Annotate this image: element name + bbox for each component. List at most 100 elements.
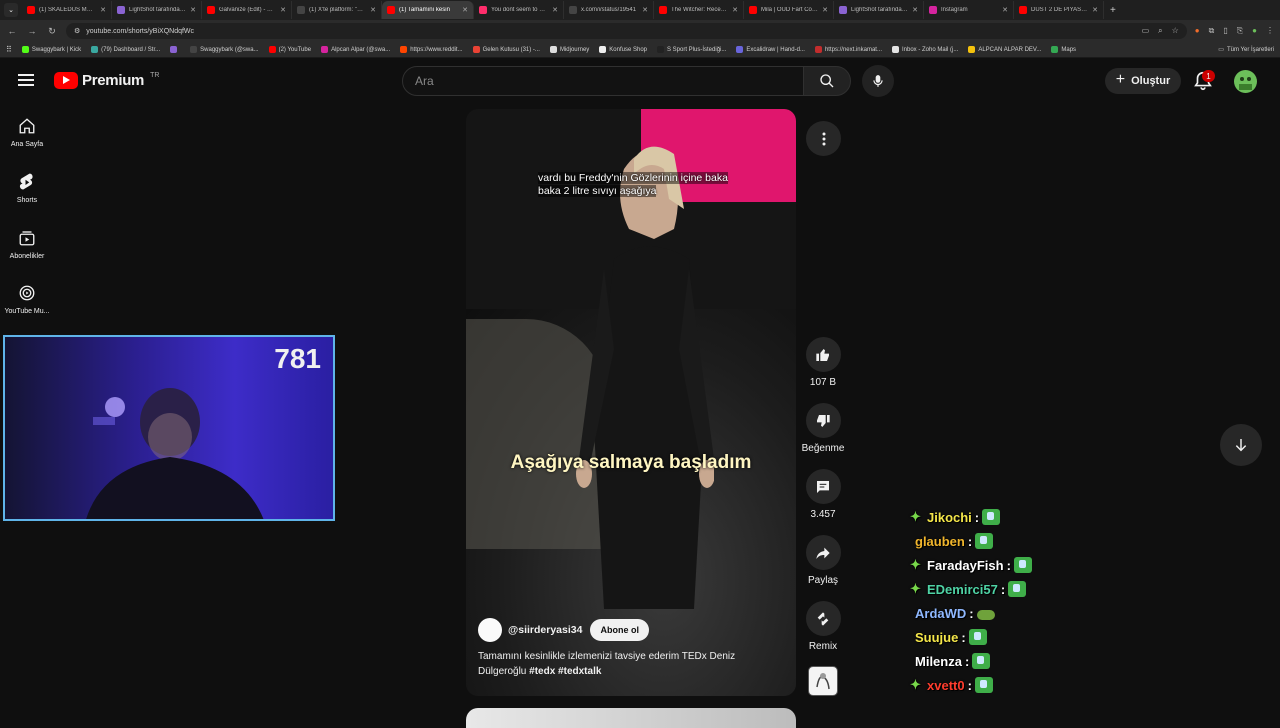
browser-tab[interactable]: (1) Tamamını kesin ✕ [382, 1, 474, 19]
apps-icon[interactable]: ⠿ [6, 45, 12, 54]
site-info-icon[interactable]: ⚙ [74, 27, 80, 35]
youtube-premium-logo[interactable]: Premium TR [54, 72, 159, 89]
youtube-music-icon [19, 285, 35, 301]
search-input[interactable]: Ara [402, 66, 804, 96]
shorts-video-player[interactable]: vardı bu Freddy'nin Gözlerinin içine bak… [466, 109, 796, 696]
more-options-button[interactable] [806, 121, 841, 156]
tab-close-icon[interactable]: ✕ [1092, 6, 1098, 14]
bookmark-item[interactable]: Excalidraw | Hand-d... [736, 46, 805, 53]
bookmark-favicon [814, 46, 822, 53]
browser-tab[interactable]: Mila | OUD Fart Compi ✕ [744, 1, 834, 19]
notification-count-badge: 1 [1202, 70, 1215, 82]
install-icon[interactable]: ▭ [1142, 26, 1150, 36]
dislike-button[interactable] [805, 403, 841, 438]
chat-username: Suujue [915, 629, 959, 645]
browser-tab[interactable]: You dont seem to unde ✕ [474, 1, 564, 19]
tab-close-icon[interactable]: ✕ [100, 6, 106, 14]
channel-name[interactable]: @siirderyasi34 [508, 624, 582, 636]
bookmark-item[interactable]: ALPCAN ALPAR DEV... [968, 46, 1041, 53]
browser-tab[interactable]: LightShot tarafından k ✕ [834, 1, 924, 19]
zoom-icon[interactable]: ⌕ [1158, 26, 1162, 36]
sidebar-item-home[interactable]: Ana Sayfa [0, 117, 54, 148]
new-tab-button[interactable]: + [1110, 5, 1116, 16]
bookmark-item[interactable]: Inbox - Zoho Mail (j... [891, 46, 958, 53]
sidebar-item-youtube-music[interactable]: YouTube Mu... [0, 284, 54, 315]
subscribe-button[interactable]: Abone ol [590, 619, 649, 641]
like-button[interactable] [805, 337, 841, 372]
tab-close-icon[interactable]: ✕ [642, 6, 648, 14]
extension-icon[interactable]: ● [1195, 26, 1200, 36]
share-button[interactable] [805, 535, 841, 570]
account-avatar[interactable] [1234, 70, 1257, 93]
cast-icon[interactable]: ⎘ [1237, 26, 1243, 36]
comments-button[interactable] [805, 469, 841, 504]
profile-icon[interactable]: ● [1252, 26, 1257, 36]
browser-tab[interactable]: Instagram ✕ [924, 1, 1014, 19]
back-icon[interactable]: ← [6, 26, 18, 36]
hashtags[interactable]: #tedx #tedxtalk [529, 666, 601, 677]
chat-message: Milenza: [910, 649, 1110, 673]
tab-close-icon[interactable]: ✕ [462, 6, 468, 14]
bookmark-item[interactable]: Alpcan Alpar (@swa... [321, 46, 390, 53]
tab-favicon [387, 6, 395, 14]
browser-tab[interactable]: Galvanize (Edit) - YouT ✕ [202, 1, 292, 19]
like-count: 107 B [809, 377, 837, 388]
remix-button[interactable] [805, 601, 841, 636]
bookmark-item[interactable]: Swaggybark (@swa... [190, 46, 259, 53]
chat-username: xvett0 [927, 677, 965, 693]
bookmark-item[interactable]: (79) Dashboard / Str... [91, 46, 160, 53]
browser-tab[interactable]: x.com/i/status/19541 ✕ [564, 1, 654, 19]
bookmark-item[interactable]: Swaggybark | Kick [21, 46, 81, 53]
bookmark-item[interactable]: (2) YouTube [268, 46, 311, 53]
sidebar-item-shorts[interactable]: Shorts [0, 173, 54, 204]
voice-search-button[interactable] [862, 65, 894, 97]
tab-close-icon[interactable]: ✕ [190, 6, 196, 14]
reload-icon[interactable]: ↻ [46, 26, 58, 37]
search-button[interactable] [803, 66, 851, 96]
sound-thumbnail[interactable] [808, 666, 838, 696]
next-short-preview[interactable] [466, 708, 796, 728]
browser-tab[interactable]: (1) SKALEDUS MORTUS ✕ [22, 1, 112, 19]
bookmark-item[interactable]: Midjourney [549, 46, 589, 53]
sidebar-toggle-icon[interactable]: ▯ [1223, 26, 1227, 36]
tab-close-icon[interactable]: ✕ [280, 6, 286, 14]
browser-tab[interactable]: LightShot tarafından k ✕ [112, 1, 202, 19]
extensions-puzzle-icon[interactable]: ⧉ [1209, 26, 1215, 36]
tab-search-button[interactable]: ⌄ [4, 3, 18, 17]
tab-close-icon[interactable]: ✕ [912, 6, 918, 14]
next-video-button[interactable] [1220, 424, 1262, 466]
tab-close-icon[interactable]: ✕ [1002, 6, 1008, 14]
browser-menu-icon[interactable]: ⋮ [1266, 26, 1274, 36]
url-field[interactable]: ⚙ youtube.com/shorts/yBiXQNdqfWc ▭ ⌕ ☆ [66, 23, 1187, 39]
sidebar-item-label: YouTube Mu... [4, 308, 50, 315]
bookmark-star-icon[interactable]: ☆ [1172, 26, 1179, 36]
browser-tab[interactable]: The Witcher: Recevent ✕ [654, 1, 744, 19]
bookmark-item[interactable]: S Sport Plus-İstediği... [657, 46, 726, 53]
browser-tab[interactable]: DUST 2 DE PIYASA MA ✕ [1014, 1, 1104, 19]
bookmark-item[interactable] [170, 46, 180, 53]
sidebar-item-subscriptions[interactable]: Abonelikler [0, 229, 54, 260]
tab-favicon [117, 6, 125, 14]
chat-message: glauben: [910, 529, 1110, 553]
bookmark-label: ALPCAN ALPAR DEV... [978, 46, 1042, 53]
video-description[interactable]: Tamamını kesinlikle izlemenizi tavsiye e… [478, 649, 778, 679]
bookmark-item[interactable]: Konfuse Shop [599, 46, 647, 53]
forward-icon[interactable]: → [26, 26, 38, 36]
create-button[interactable]: + Oluştur [1105, 68, 1181, 94]
channel-avatar[interactable] [478, 618, 502, 642]
subscriptions-icon [19, 231, 35, 246]
bookmark-item[interactable]: https://www.reddit... [400, 46, 463, 53]
bookmark-item[interactable]: Maps [1051, 46, 1076, 53]
bookmark-item[interactable]: https://next.inkamat... [814, 46, 882, 53]
tab-title: Mila | OUD Fart Compi [761, 7, 819, 13]
menu-icon[interactable] [18, 74, 34, 86]
tab-close-icon[interactable]: ✕ [822, 6, 828, 14]
tab-close-icon[interactable]: ✕ [732, 6, 738, 14]
tab-close-icon[interactable]: ✕ [370, 6, 376, 14]
tab-close-icon[interactable]: ✕ [552, 6, 558, 14]
all-bookmarks-button[interactable]: ▭ Tüm Yer İşaretleri [1218, 46, 1274, 54]
tab-title: The Witcher: Recevent [671, 7, 729, 13]
bookmark-item[interactable]: Gelen Kutusu (31) -... [472, 46, 540, 53]
streamer-webcam-overlay: 781 [3, 335, 335, 521]
browser-tab[interactable]: (1) X'te platform: "Filmi ✕ [292, 1, 382, 19]
